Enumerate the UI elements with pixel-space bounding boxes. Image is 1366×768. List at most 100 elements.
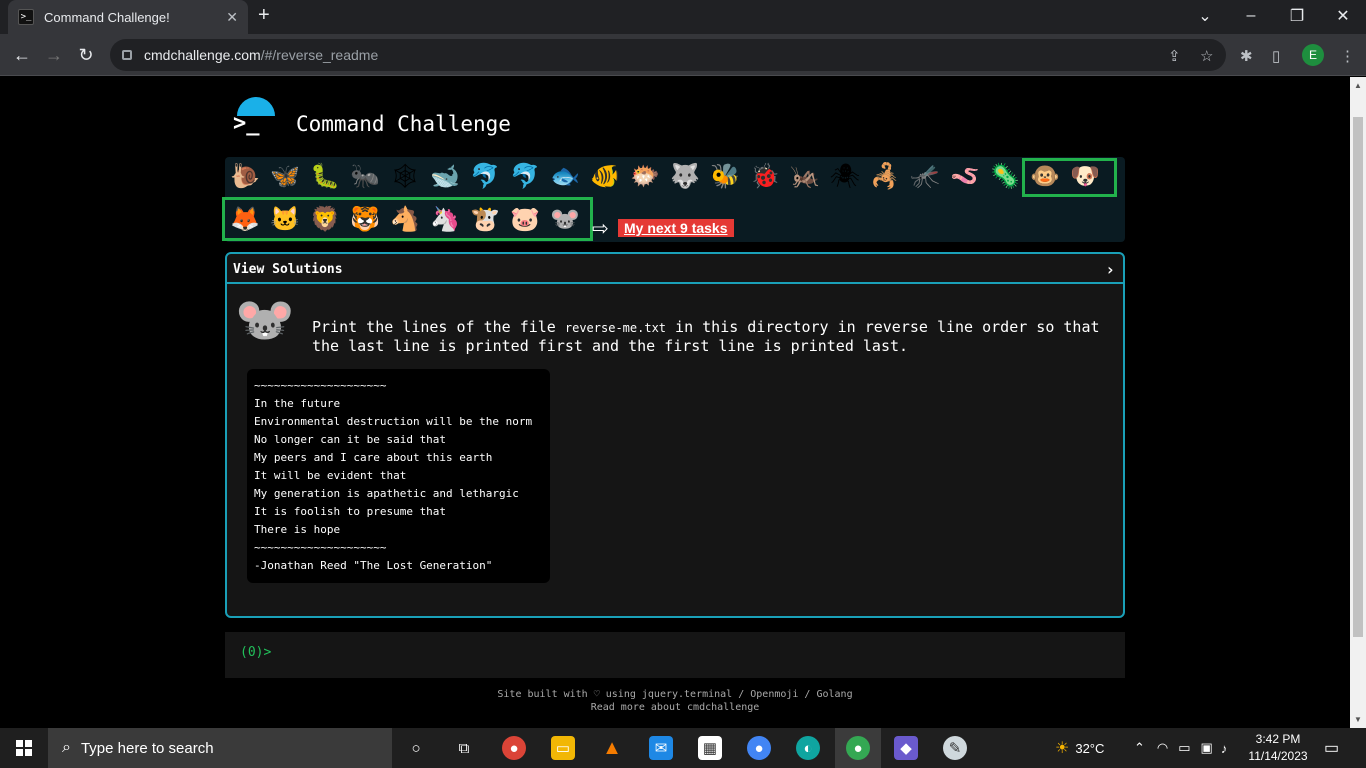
- back-icon[interactable]: ←: [10, 43, 34, 67]
- clock-time: 3:42 PM: [1255, 732, 1301, 746]
- paint-icon[interactable]: ✎: [943, 736, 967, 760]
- store-icon[interactable]: ▦: [698, 736, 722, 760]
- challenge-icon[interactable]: 🦋: [269, 161, 301, 193]
- challenge-icon[interactable]: 🐋: [429, 161, 461, 193]
- tray-icons: ⌃ ◠ ▭ ▣ ♪: [1134, 728, 1227, 768]
- chevron-up-icon[interactable]: ⌃: [1134, 740, 1145, 756]
- scrollbar-thumb[interactable]: [1353, 117, 1363, 637]
- weather-widget[interactable]: ☀ 32°C: [1055, 728, 1104, 768]
- challenge-icon[interactable]: 🪱: [949, 161, 981, 193]
- extensions-icon[interactable]: ✱: [1240, 47, 1253, 65]
- challenge-icon[interactable]: 🐬: [469, 161, 501, 193]
- file-explorer-icon[interactable]: ▭: [551, 736, 575, 760]
- browser-toolbar: ← → ↻ cmdchallenge.com/#/reverse_readme …: [0, 34, 1366, 76]
- challenge-icon[interactable]: 🐺: [669, 161, 701, 193]
- close-window-icon[interactable]: ✕: [1320, 0, 1366, 32]
- lock-icon: [122, 50, 132, 60]
- challenge-icon[interactable]: 🕷: [829, 161, 861, 193]
- device-icon[interactable]: ▣: [1201, 740, 1213, 756]
- challenge-icon[interactable]: 🐝: [709, 161, 741, 193]
- search-icon: ⌕: [62, 739, 71, 756]
- task-description: Print the lines of the file reverse-me.t…: [312, 318, 1112, 355]
- system-clock[interactable]: 3:42 PM 11/14/2023: [1248, 731, 1308, 765]
- challenge-icon[interactable]: 🦠: [989, 161, 1021, 193]
- view-solutions-header[interactable]: View Solutions ›: [227, 254, 1123, 284]
- highlight-box-row2: [222, 197, 593, 241]
- windows-logo-icon: [16, 740, 32, 756]
- terminal-prompt: (0)>: [240, 645, 272, 660]
- task-file: reverse-me.txt: [564, 321, 667, 335]
- mouse-icon: 🐭: [235, 294, 295, 347]
- side-panel-icon[interactable]: ▯: [1272, 47, 1280, 65]
- weather-icon: ☀: [1055, 740, 1070, 757]
- battery-icon[interactable]: ▭: [1178, 740, 1190, 756]
- tab-search-icon[interactable]: ⌄: [1182, 0, 1228, 32]
- clock-date: 11/14/2023: [1248, 749, 1308, 763]
- challenge-icon[interactable]: 🦟: [909, 161, 941, 193]
- challenge-icon[interactable]: 🐟: [549, 161, 581, 193]
- search-placeholder: Type here to search: [80, 739, 214, 757]
- profile-avatar[interactable]: E: [1302, 44, 1324, 66]
- browser-tab-strip: >_ Command Challenge! ✕ + ⌄ – ❐ ✕: [0, 0, 1366, 34]
- terminal-favicon-icon: >_: [18, 9, 34, 25]
- chrome-app-icon[interactable]: ●: [502, 736, 526, 760]
- taskbar-search[interactable]: ⌕ Type here to search: [48, 728, 392, 768]
- footer-line-1: Site built with ♡ using jquery.terminal …: [497, 689, 853, 700]
- scroll-down-icon[interactable]: ▼: [1354, 715, 1362, 724]
- cortana-icon[interactable]: ○: [404, 736, 428, 760]
- weather-temp: 32°C: [1075, 740, 1105, 756]
- challenge-icon[interactable]: 🦗: [789, 161, 821, 193]
- challenge-icon[interactable]: 🦂: [869, 161, 901, 193]
- site-title: Command Challenge: [296, 112, 511, 136]
- logo-prompt-icon: >_: [233, 111, 260, 136]
- minimize-icon[interactable]: –: [1228, 0, 1274, 32]
- page-scrollbar[interactable]: ▲ ▼: [1350, 77, 1366, 728]
- mail-icon[interactable]: ✉: [649, 736, 673, 760]
- url-path: /#/reverse_readme: [260, 47, 379, 63]
- menu-icon[interactable]: ⋮: [1340, 47, 1355, 65]
- page-content: >_ Command Challenge 🐌 🦋 🐛 🐜 🕸 🐋 🐬 🐬 🐟 🐠 🐡 🐺 🐝 🐞 🦗 🕷 🦂 🦟 🪱…: [0, 77, 1350, 728]
- bookmark-star-icon[interactable]: ☆: [1200, 47, 1213, 65]
- app-icon-diamond[interactable]: ◆: [894, 736, 918, 760]
- vlc-icon[interactable]: ▲: [600, 736, 624, 760]
- highlight-box-row1: [1022, 158, 1117, 197]
- restore-icon[interactable]: ❐: [1274, 0, 1320, 32]
- new-tab-button[interactable]: +: [258, 4, 270, 27]
- challenge-icon[interactable]: 🐠: [589, 161, 621, 193]
- edge-icon[interactable]: ◐: [796, 736, 820, 760]
- challenge-icon[interactable]: 🐛: [309, 161, 341, 193]
- task-prefix: Print the lines of the file: [312, 318, 565, 336]
- challenge-panel: View Solutions › 🐭 Print the lines of th…: [225, 252, 1125, 618]
- chrome-profile-icon[interactable]: ●: [846, 736, 870, 760]
- notification-icon[interactable]: ▭: [1324, 728, 1339, 768]
- reload-icon[interactable]: ↻: [74, 43, 98, 67]
- arrow-icon: ⇨: [592, 218, 609, 240]
- challenge-icon[interactable]: 🕸: [389, 161, 421, 193]
- volume-icon[interactable]: ♪: [1221, 741, 1228, 756]
- network-icon[interactable]: ◠: [1157, 740, 1168, 756]
- close-tab-icon[interactable]: ✕: [226, 9, 238, 26]
- scroll-up-icon[interactable]: ▲: [1354, 81, 1362, 90]
- view-solutions-label: View Solutions: [233, 262, 343, 277]
- footer-link-about[interactable]: Read more about cmdchallenge: [225, 701, 1125, 714]
- share-icon[interactable]: ⇪: [1168, 47, 1181, 65]
- tab-title: Command Challenge!: [44, 9, 170, 25]
- start-button[interactable]: [0, 728, 48, 768]
- task-view-icon[interactable]: ⧉: [452, 736, 476, 760]
- file-contents-block: ~~~~~~~~~~~~~~~~~~~~ In the future Envir…: [247, 369, 550, 583]
- chrome-icon[interactable]: ●: [747, 736, 771, 760]
- challenge-icon[interactable]: 🐜: [349, 161, 381, 193]
- browser-tab[interactable]: >_ Command Challenge! ✕: [8, 0, 248, 34]
- windows-taskbar: ⌕ Type here to search ○ ⧉ ● ▭ ▲ ✉ ▦ ● ◐ …: [0, 728, 1366, 768]
- url-host: cmdchallenge.com: [144, 47, 261, 63]
- challenge-icon[interactable]: 🐡: [629, 161, 661, 193]
- challenge-icon[interactable]: 🐞: [749, 161, 781, 193]
- address-bar[interactable]: cmdchallenge.com/#/reverse_readme: [110, 39, 1226, 71]
- forward-icon[interactable]: →: [42, 43, 66, 67]
- challenge-icon[interactable]: 🐌: [229, 161, 261, 193]
- challenge-icon[interactable]: 🐬: [509, 161, 541, 193]
- site-logo[interactable]: >_: [233, 97, 275, 139]
- site-footer: Site built with ♡ using jquery.terminal …: [225, 688, 1125, 714]
- terminal-input[interactable]: (0)>: [225, 632, 1125, 678]
- chevron-right-icon[interactable]: ›: [1105, 260, 1115, 279]
